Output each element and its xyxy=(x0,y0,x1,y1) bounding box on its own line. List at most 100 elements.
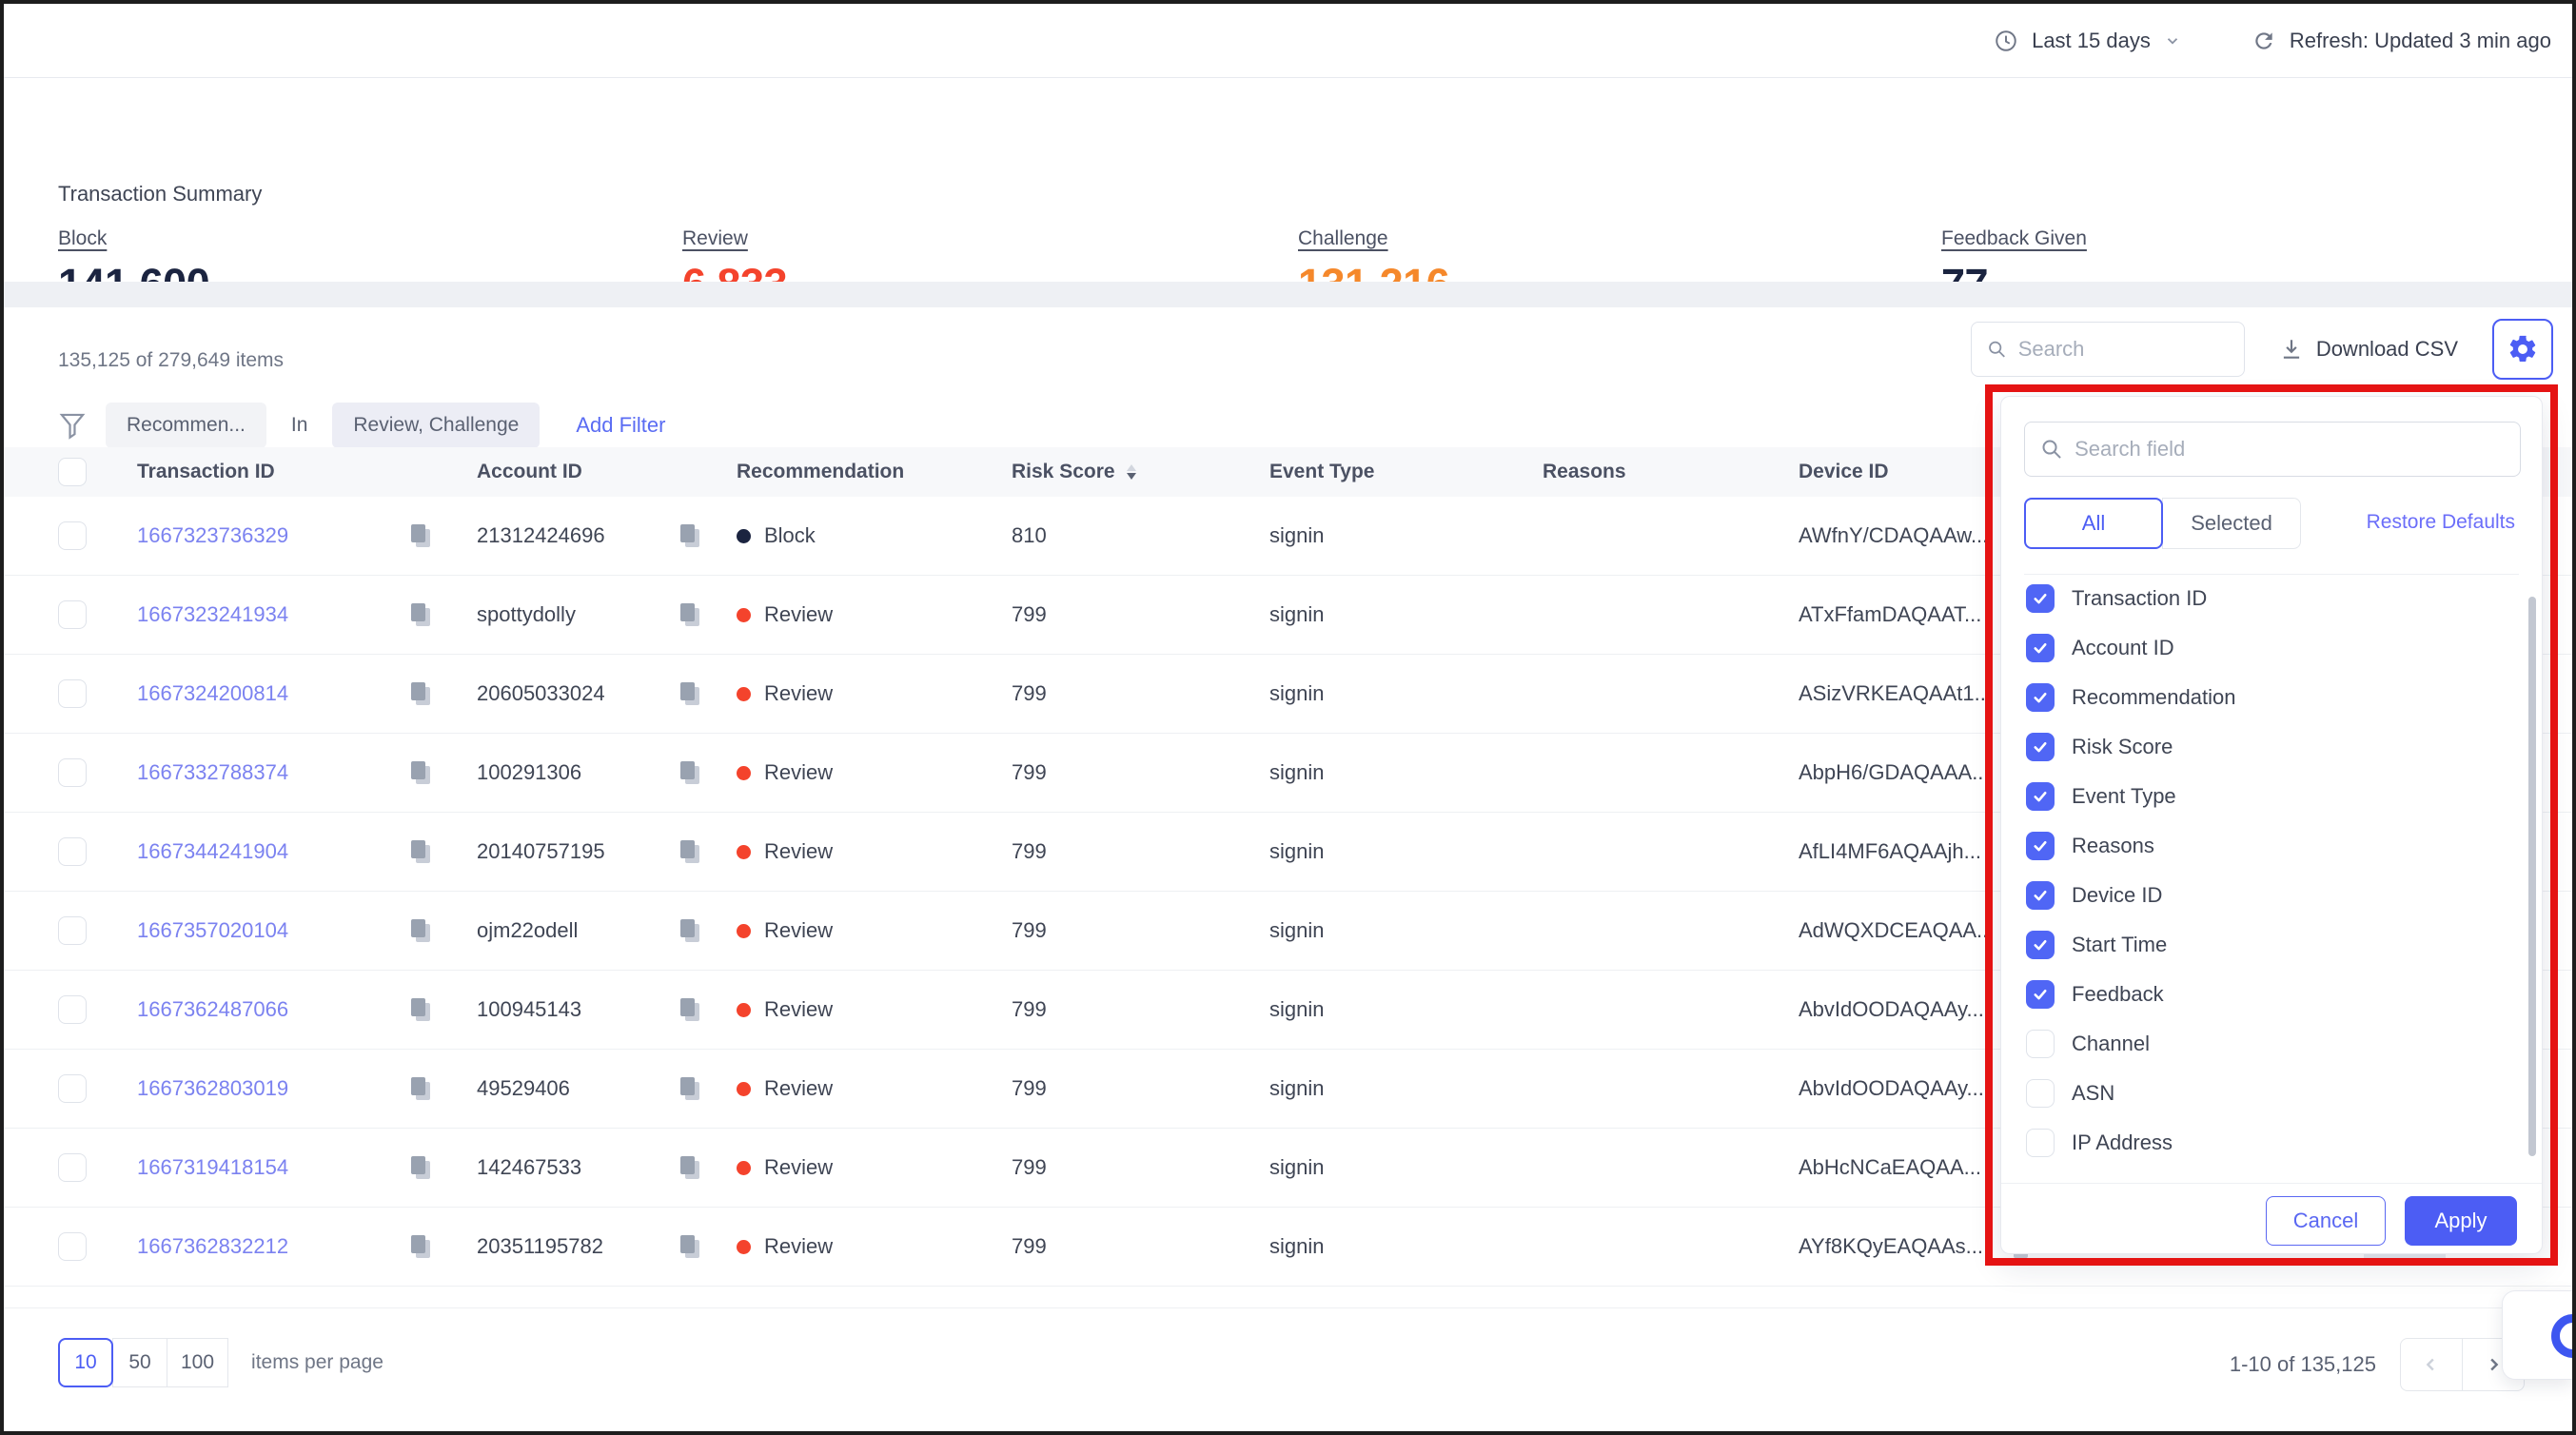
filter-chip-field[interactable]: Recommen... xyxy=(106,403,266,448)
transaction-id-link[interactable]: 1667319418154 xyxy=(137,1155,288,1180)
search-icon xyxy=(2040,437,2063,462)
recommendation-label: Review xyxy=(764,1076,833,1101)
column-header-recommendation[interactable]: Recommendation xyxy=(737,461,1012,483)
transaction-id-link[interactable]: 1667362832212 xyxy=(137,1234,288,1259)
field-toggle-item[interactable]: Feedback xyxy=(2001,970,2527,1019)
field-checkbox[interactable] xyxy=(2026,1129,2055,1157)
page-size-50[interactable]: 50 xyxy=(112,1338,167,1387)
field-search-input[interactable] xyxy=(2075,437,2505,462)
field-checkbox[interactable] xyxy=(2026,683,2055,712)
download-csv-button[interactable]: Download CSV xyxy=(2279,337,2458,362)
add-filter-button[interactable]: Add Filter xyxy=(576,413,665,438)
copy-icon[interactable] xyxy=(408,600,433,629)
copy-icon[interactable] xyxy=(408,837,433,866)
field-checkbox[interactable] xyxy=(2026,980,2055,1009)
copy-icon[interactable] xyxy=(678,837,702,866)
row-checkbox[interactable] xyxy=(58,758,87,787)
metric-label[interactable]: Block xyxy=(58,227,107,250)
field-checkbox[interactable] xyxy=(2026,1030,2055,1058)
field-checkbox[interactable] xyxy=(2026,1079,2055,1108)
field-toggle-item[interactable]: Event Type xyxy=(2001,772,2527,821)
copy-icon[interactable] xyxy=(408,679,433,708)
row-checkbox[interactable] xyxy=(58,1232,87,1261)
field-toggle-item[interactable]: IP Address xyxy=(2001,1118,2527,1168)
select-all-checkbox[interactable] xyxy=(58,458,87,486)
transaction-id-link[interactable]: 1667323736329 xyxy=(137,523,288,548)
field-toggle-item[interactable]: Start Time xyxy=(2001,920,2527,970)
copy-icon[interactable] xyxy=(408,995,433,1024)
transaction-id-link[interactable]: 1667323241934 xyxy=(137,602,288,627)
copy-icon[interactable] xyxy=(678,1232,702,1261)
panel-scrollbar[interactable] xyxy=(2528,597,2536,1156)
row-checkbox[interactable] xyxy=(58,995,87,1024)
row-checkbox[interactable] xyxy=(58,837,87,866)
column-header-risk-score[interactable]: Risk Score xyxy=(1012,461,1269,483)
time-range-selector[interactable]: Last 15 days xyxy=(1994,29,2181,53)
transaction-id-link[interactable]: 1667324200814 xyxy=(137,681,288,706)
copy-icon[interactable] xyxy=(408,1232,433,1261)
copy-icon[interactable] xyxy=(408,916,433,945)
page-size-100[interactable]: 100 xyxy=(167,1338,228,1387)
field-toggle-item[interactable]: Account ID xyxy=(2001,623,2527,673)
field-checkbox[interactable] xyxy=(2026,881,2055,910)
copy-icon[interactable] xyxy=(678,995,702,1024)
transaction-id-link[interactable]: 1667332788374 xyxy=(137,760,288,785)
copy-icon[interactable] xyxy=(678,600,702,629)
column-settings-button[interactable] xyxy=(2492,319,2553,380)
cancel-button[interactable]: Cancel xyxy=(2266,1196,2386,1246)
copy-icon[interactable] xyxy=(678,679,702,708)
row-checkbox[interactable] xyxy=(58,521,87,550)
field-toggle-item[interactable]: Transaction ID xyxy=(2001,574,2527,623)
refresh-label: Refresh: Updated 3 min ago xyxy=(2290,29,2551,53)
copy-icon[interactable] xyxy=(408,758,433,787)
field-checkbox[interactable] xyxy=(2026,782,2055,811)
field-checkbox[interactable] xyxy=(2026,634,2055,662)
metric-label[interactable]: Feedback Given xyxy=(1941,227,2087,250)
row-checkbox[interactable] xyxy=(58,679,87,708)
copy-icon[interactable] xyxy=(678,1153,702,1182)
apply-button[interactable]: Apply xyxy=(2405,1196,2517,1246)
transaction-id-link[interactable]: 1667357020104 xyxy=(137,918,288,943)
transaction-id-link[interactable]: 1667362487066 xyxy=(137,997,288,1022)
copy-icon[interactable] xyxy=(408,521,433,550)
tab-all[interactable]: All xyxy=(2024,498,2163,549)
row-checkbox[interactable] xyxy=(58,1074,87,1103)
sort-descending-icon[interactable] xyxy=(1125,463,1138,481)
column-header-reasons[interactable]: Reasons xyxy=(1543,461,1799,483)
transaction-id-link[interactable]: 1667344241904 xyxy=(137,839,288,864)
copy-icon[interactable] xyxy=(408,1074,433,1103)
tab-selected[interactable]: Selected xyxy=(2162,498,2301,549)
field-toggle-item[interactable]: Device ID xyxy=(2001,871,2527,920)
column-header-account-id[interactable]: Account ID xyxy=(477,461,737,483)
copy-icon[interactable] xyxy=(678,916,702,945)
metric-label[interactable]: Review xyxy=(682,227,748,250)
row-checkbox[interactable] xyxy=(58,1153,87,1182)
refresh-control[interactable]: Refresh: Updated 3 min ago xyxy=(2252,29,2551,53)
page-size-10[interactable]: 10 xyxy=(58,1338,113,1387)
field-checkbox[interactable] xyxy=(2026,931,2055,959)
field-toggle-item[interactable]: Reasons xyxy=(2001,821,2527,871)
filter-chip-value[interactable]: Review, Challenge xyxy=(332,403,540,448)
copy-icon[interactable] xyxy=(408,1153,433,1182)
field-toggle-item[interactable]: ASN xyxy=(2001,1069,2527,1118)
column-header-event-type[interactable]: Event Type xyxy=(1269,461,1543,483)
column-header-transaction-id[interactable]: Transaction ID xyxy=(137,461,477,483)
help-button-partial[interactable] xyxy=(2502,1290,2572,1380)
row-checkbox[interactable] xyxy=(58,600,87,629)
row-checkbox[interactable] xyxy=(58,916,87,945)
field-toggle-item[interactable]: Channel xyxy=(2001,1019,2527,1069)
metric-label[interactable]: Challenge xyxy=(1298,227,1388,250)
previous-page-button[interactable] xyxy=(2400,1338,2463,1391)
field-toggle-item[interactable]: Risk Score xyxy=(2001,722,2527,772)
copy-icon[interactable] xyxy=(678,521,702,550)
field-toggle-item[interactable]: Recommendation xyxy=(2001,673,2527,722)
copy-icon[interactable] xyxy=(678,1074,702,1103)
event-type: signin xyxy=(1269,1076,1543,1101)
copy-icon[interactable] xyxy=(678,758,702,787)
field-checkbox[interactable] xyxy=(2026,733,2055,761)
field-checkbox[interactable] xyxy=(2026,832,2055,860)
restore-defaults-link[interactable]: Restore Defaults xyxy=(2367,511,2515,534)
transaction-id-link[interactable]: 1667362803019 xyxy=(137,1076,288,1101)
search-input[interactable] xyxy=(2018,337,2229,362)
field-checkbox[interactable] xyxy=(2026,584,2055,613)
